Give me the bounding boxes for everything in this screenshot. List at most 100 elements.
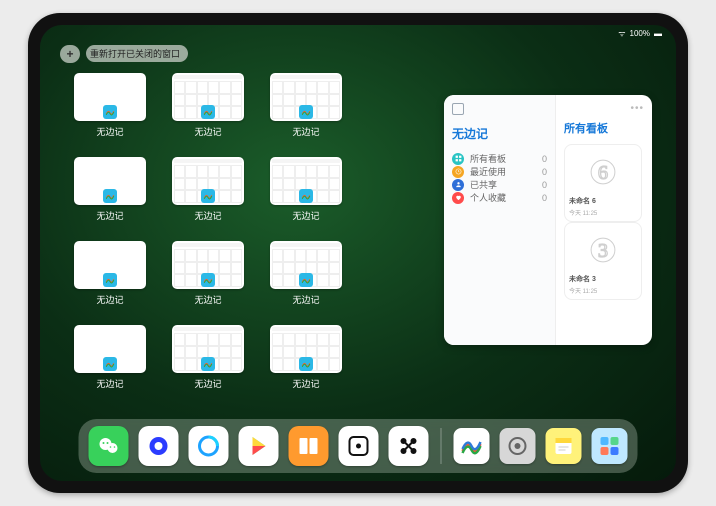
screen: ᯤ 100% ▬ + 重新打开已关闭的窗口 无边记无边记无边记无边记无边记无边记… xyxy=(40,25,676,481)
window-thumbnail xyxy=(74,241,146,289)
svg-text:3: 3 xyxy=(598,239,608,261)
sidebar-item[interactable]: 所有看板 0 xyxy=(452,152,547,165)
freeform-app-icon xyxy=(299,273,313,287)
freeform-app-icon xyxy=(103,357,117,371)
dock-separator xyxy=(441,428,442,464)
window-tile[interactable]: 无边记 xyxy=(70,325,150,397)
window-thumbnail xyxy=(270,157,342,205)
dock xyxy=(79,419,638,473)
freeform-app-icon xyxy=(103,189,117,203)
window-grid: 无边记无边记无边记无边记无边记无边记无边记无边记无边记无边记无边记无边记 xyxy=(70,73,450,397)
dice-icon[interactable] xyxy=(339,426,379,466)
card-subtitle: 今天 11:25 xyxy=(569,286,637,295)
sidebar-item[interactable]: 最近使用 0 xyxy=(452,165,547,178)
freeform-app-icon xyxy=(299,189,313,203)
window-thumbnail xyxy=(74,73,146,121)
sidebar-item-label: 所有看板 xyxy=(470,152,506,165)
freeform-app-icon xyxy=(201,357,215,371)
settings-icon[interactable] xyxy=(500,428,536,464)
notes-icon[interactable] xyxy=(546,428,582,464)
new-window-button[interactable]: + xyxy=(60,45,80,63)
freeform-app-icon xyxy=(299,105,313,119)
reopen-closed-window-pill[interactable]: 重新打开已关闭的窗口 xyxy=(86,45,188,62)
grid-icon xyxy=(452,153,464,165)
board-card[interactable]: 6 未命名 6 今天 11:25 xyxy=(564,144,642,222)
heart-icon xyxy=(452,192,464,204)
device-frame: ᯤ 100% ▬ + 重新打开已关闭的窗口 无边记无边记无边记无边记无边记无边记… xyxy=(28,13,688,493)
status-bar: ᯤ 100% ▬ xyxy=(40,25,676,41)
sidebar-item-label: 个人收藏 xyxy=(470,191,506,204)
window-tile[interactable]: 无边记 xyxy=(70,157,150,229)
window-thumbnail xyxy=(74,325,146,373)
window-tile[interactable]: 无边记 xyxy=(168,325,248,397)
panel-title: 无边记 xyxy=(452,125,547,142)
freeform-app-icon xyxy=(299,357,313,371)
freeform-icon[interactable] xyxy=(454,428,490,464)
window-tile[interactable]: 无边记 xyxy=(168,241,248,313)
freeform-panel[interactable]: 无边记 所有看板0最近使用0已共享0个人收藏0 ••• 所有看板 6未命名 6今… xyxy=(444,95,652,345)
window-tile[interactable]: 无边记 xyxy=(168,73,248,145)
wifi-icon: ᯤ xyxy=(618,28,625,39)
window-thumbnail xyxy=(172,241,244,289)
sidebar-item[interactable]: 已共享0 xyxy=(452,178,547,191)
window-thumbnail xyxy=(270,73,342,121)
wechat-icon[interactable] xyxy=(89,426,129,466)
window-label: 无边记 xyxy=(194,293,221,306)
freeform-app-icon xyxy=(201,105,215,119)
panel-toolbar xyxy=(452,103,547,115)
window-label: 无边记 xyxy=(194,377,221,390)
window-label: 无边记 xyxy=(292,377,319,390)
window-tile[interactable]: 无边记 xyxy=(266,325,346,397)
books-icon[interactable] xyxy=(289,426,329,466)
apps-icon[interactable] xyxy=(592,428,628,464)
window-tile[interactable]: 无边记 xyxy=(266,241,346,313)
window-tile[interactable]: 无边记 xyxy=(70,73,150,145)
more-icon[interactable]: ••• xyxy=(564,103,644,114)
sidebar-toggle-icon[interactable] xyxy=(452,103,464,115)
freeform-app-icon xyxy=(103,105,117,119)
window-tile[interactable]: 无边记 xyxy=(168,157,248,229)
freeform-app-icon xyxy=(201,273,215,287)
window-thumbnail xyxy=(270,325,342,373)
card-subtitle: 今天 11:25 xyxy=(569,208,637,217)
sidebar-item[interactable]: 个人收藏 0 xyxy=(452,191,547,204)
svg-text:6: 6 xyxy=(598,161,608,183)
window-thumbnail xyxy=(172,73,244,121)
battery-icon: ▬ xyxy=(654,29,662,38)
window-thumbnail xyxy=(172,157,244,205)
window-label: 无边记 xyxy=(96,377,123,390)
plus-icon: + xyxy=(66,47,73,61)
window-thumbnail xyxy=(270,241,342,289)
window-label: 无边记 xyxy=(96,125,123,138)
freeform-app-icon xyxy=(201,189,215,203)
card-title: 未命名 6 xyxy=(569,196,637,206)
sidebar-item-label: 最近使用 xyxy=(470,165,506,178)
sidebar-item-label: 已共享 xyxy=(470,178,497,191)
connect-icon[interactable] xyxy=(389,426,429,466)
reopen-label: 重新打开已关闭的窗口 xyxy=(90,47,180,60)
window-label: 无边记 xyxy=(292,209,319,222)
board-card[interactable]: 3 未命名 3 今天 11:25 xyxy=(564,222,642,300)
sidebar-item-count: 0 xyxy=(542,154,547,164)
card-sketch: 3 xyxy=(569,227,637,272)
clock-icon xyxy=(452,166,464,178)
window-label: 无边记 xyxy=(96,293,123,306)
sidebar-item-count: 0 xyxy=(542,193,547,203)
freeform-app-icon xyxy=(103,273,117,287)
card-title: 未命名 3 xyxy=(569,274,637,284)
sidebar-item-count: 0 xyxy=(542,167,547,177)
window-tile[interactable]: 无边记 xyxy=(266,157,346,229)
person-icon xyxy=(452,179,464,191)
panel-right-title: 所有看板 xyxy=(564,120,644,136)
window-tile[interactable]: 无边记 xyxy=(266,73,346,145)
play-icon[interactable] xyxy=(239,426,279,466)
quark-icon[interactable] xyxy=(139,426,179,466)
window-label: 无边记 xyxy=(194,209,221,222)
status-right: ᯤ 100% ▬ xyxy=(618,28,662,39)
qqbrowser-icon[interactable] xyxy=(189,426,229,466)
panel-sidebar: 无边记 所有看板0最近使用0已共享0个人收藏0 xyxy=(444,95,556,345)
battery-label: 100% xyxy=(630,29,650,38)
window-label: 无边记 xyxy=(292,125,319,138)
window-label: 无边记 xyxy=(194,125,221,138)
window-tile[interactable]: 无边记 xyxy=(70,241,150,313)
